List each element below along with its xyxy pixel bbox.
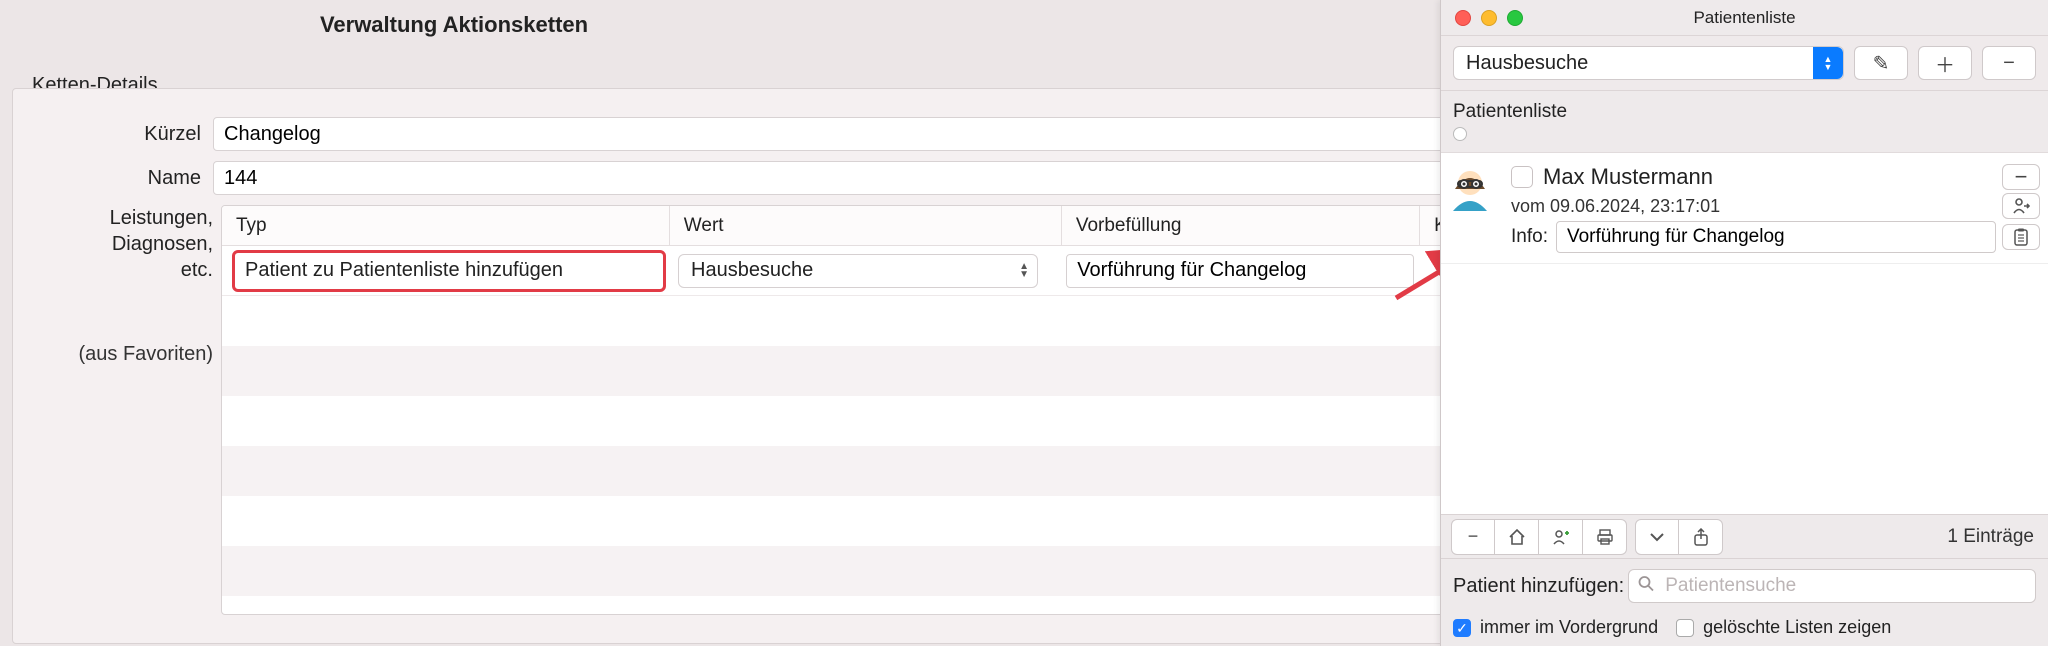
remove-patient-button[interactable]: − — [2002, 164, 2040, 190]
typ-highlighted-box[interactable]: Patient zu Patientenliste hinzufügen — [232, 250, 666, 292]
entry-count: 1 Einträge — [1947, 526, 2034, 548]
actions-table: Typ Wert Vorbefüllung K Patient zu Patie… — [221, 205, 1451, 615]
updown-icon: ▲▼ — [1019, 263, 1029, 279]
clipboard-button[interactable] — [2002, 224, 2040, 250]
plus-icon: ＋ — [1935, 49, 1955, 78]
close-icon[interactable] — [1455, 10, 1471, 26]
add-patient-row: Patient hinzufügen: — [1441, 558, 2048, 613]
info-input[interactable] — [1556, 221, 1996, 253]
info-line: Info: — [1511, 221, 1996, 253]
pop-footer: − 1 Einträge — [1441, 514, 2048, 558]
list-section-label: Patientenliste — [1441, 91, 2048, 125]
show-deleted-label: gelöschte Listen zeigen — [1703, 617, 1891, 637]
checkbox-icon[interactable] — [1676, 619, 1694, 637]
info-label: Info: — [1511, 226, 1548, 248]
name-line: Max Mustermann — [1511, 164, 1996, 190]
minus-icon: − — [2003, 52, 2015, 75]
pop-toolbar: Hausbesuche ▲▼ ✎ ＋ − — [1441, 36, 2048, 91]
share-icon — [1693, 528, 1709, 546]
person-arrow-icon — [2012, 197, 2030, 215]
cell-typ[interactable]: Patient zu Patientenliste hinzufügen — [222, 251, 672, 291]
pencil-icon: ✎ — [1873, 51, 1890, 76]
traffic-lights[interactable] — [1441, 10, 1523, 26]
print-icon — [1596, 528, 1614, 546]
favoriten-label: (aus Favoriten) — [13, 343, 213, 366]
window-titlebar[interactable]: Patientenliste — [1441, 0, 2048, 36]
wert-select-value: Hausbesuche — [691, 259, 813, 282]
cell-wert[interactable]: Hausbesuche ▲▼ — [672, 251, 1060, 291]
avatar-icon — [1447, 165, 1493, 211]
updown-icon[interactable]: ▲▼ — [1813, 47, 1843, 79]
leistungen-label: Leistungen,Diagnosen,etc. — [13, 205, 213, 283]
checkbox-checked-icon[interactable]: ✓ — [1453, 619, 1471, 637]
options-row: ✓ immer im Vordergrund gelöschte Listen … — [1441, 613, 2048, 646]
table-header: Typ Wert Vorbefüllung K — [222, 206, 1450, 246]
vorbefuellung-input[interactable] — [1066, 254, 1414, 288]
search-icon — [1638, 576, 1654, 597]
minus-icon: − — [1468, 526, 1479, 547]
chevron-down-icon — [1649, 529, 1665, 545]
workspace: Verwaltung Aktionsketten Ketten-Details … — [0, 0, 2048, 646]
wert-select[interactable]: Hausbesuche ▲▼ — [678, 254, 1038, 288]
radio-icon[interactable] — [1453, 127, 1467, 141]
name-label: Name — [13, 167, 213, 190]
list-radio-row[interactable] — [1441, 125, 2048, 152]
footer-share-button[interactable] — [1679, 519, 1723, 555]
footer-home-button[interactable] — [1495, 519, 1539, 555]
patient-name: Max Mustermann — [1543, 164, 1713, 190]
table-row[interactable]: Patient zu Patientenliste hinzufügen Hau… — [222, 246, 1450, 296]
patientenliste-window: Patientenliste Hausbesuche ▲▼ ✎ ＋ − Pati… — [1440, 0, 2048, 646]
patient-checkbox[interactable] — [1511, 166, 1533, 188]
add-patient-label: Patient hinzufügen: — [1453, 575, 1624, 598]
window-title: Patientenliste — [1441, 8, 2048, 28]
footer-minus-button[interactable]: − — [1451, 519, 1495, 555]
table-empty-area — [222, 296, 1450, 596]
footer-button-group2 — [1635, 519, 1723, 555]
clipboard-icon — [2013, 228, 2029, 246]
add-list-button[interactable]: ＋ — [1918, 46, 1972, 80]
footer-button-group: − — [1441, 519, 1627, 555]
search-wrap — [1628, 569, 2036, 603]
patient-list: Max Mustermann − vom 09.06.2024, 23:17:0… — [1441, 152, 2048, 514]
patient-card[interactable]: Max Mustermann − vom 09.06.2024, 23:17:0… — [1441, 153, 2048, 264]
goto-patient-button[interactable] — [2002, 193, 2040, 219]
header-typ[interactable]: Typ — [222, 206, 670, 245]
list-select[interactable]: Hausbesuche ▲▼ — [1453, 46, 1844, 80]
footer-print-button[interactable] — [1583, 519, 1627, 555]
footer-person-button[interactable] — [1539, 519, 1583, 555]
minus-icon: − — [2015, 166, 2028, 188]
footer-expand-button[interactable] — [1635, 519, 1679, 555]
always-foreground-label: immer im Vordergrund — [1480, 617, 1658, 637]
cell-vorbefuellung[interactable] — [1060, 251, 1420, 291]
list-select-value: Hausbesuche — [1466, 52, 1588, 75]
remove-list-button[interactable]: − — [1982, 46, 2036, 80]
header-wert[interactable]: Wert — [670, 206, 1062, 245]
show-deleted-option[interactable]: gelöschte Listen zeigen — [1676, 617, 1891, 638]
always-foreground-option[interactable]: ✓ immer im Vordergrund — [1453, 617, 1658, 638]
patient-meta: vom 09.06.2024, 23:17:01 — [1511, 196, 1996, 217]
page-title: Verwaltung Aktionsketten — [0, 12, 908, 38]
edit-button[interactable]: ✎ — [1854, 46, 1908, 80]
header-vorbefuellung[interactable]: Vorbefüllung — [1062, 206, 1420, 245]
zoom-icon[interactable] — [1507, 10, 1523, 26]
home-icon — [1508, 528, 1526, 546]
person-plus-icon — [1552, 528, 1570, 546]
minimize-icon[interactable] — [1481, 10, 1497, 26]
patient-search-input[interactable] — [1628, 569, 2036, 603]
kuerzel-label: Kürzel — [13, 123, 213, 146]
